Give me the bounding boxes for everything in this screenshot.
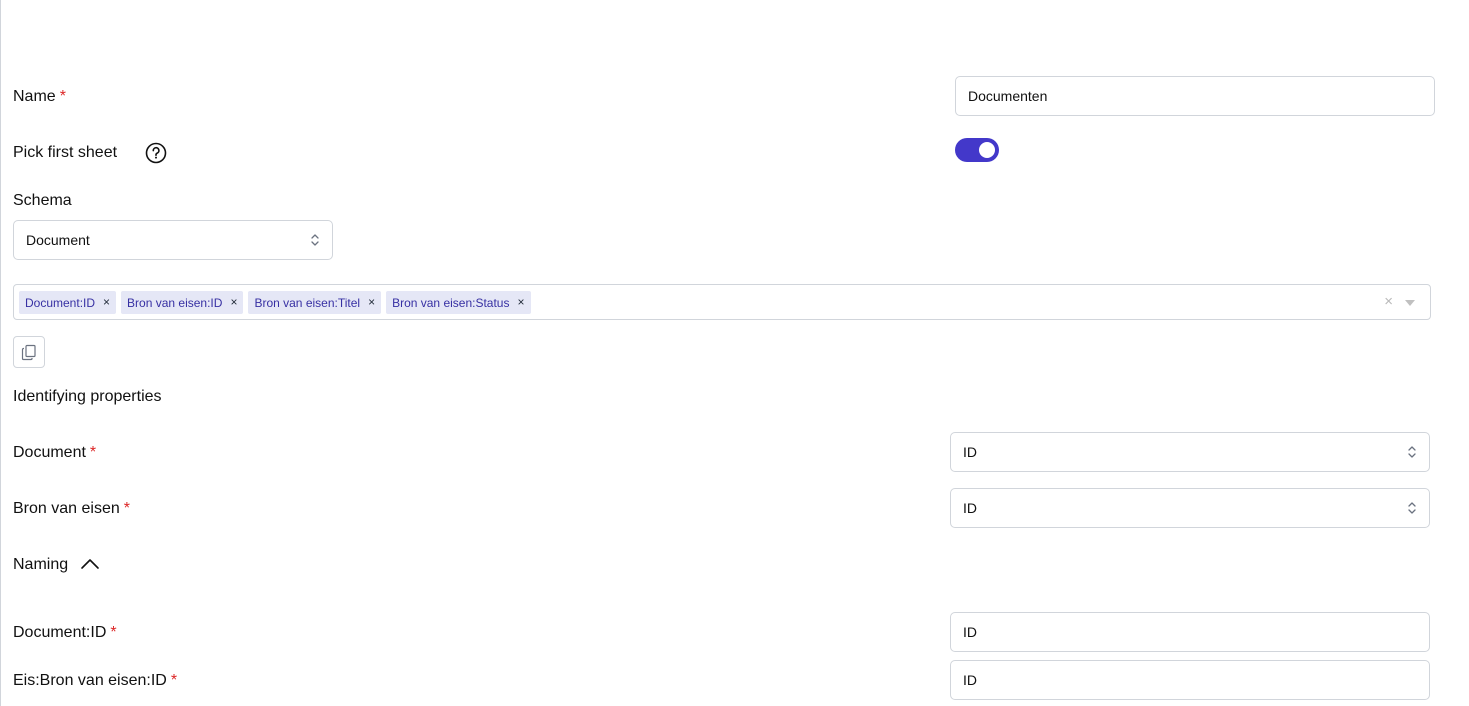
naming-document-id-input[interactable] xyxy=(963,624,1429,640)
chevron-up-down-icon xyxy=(311,234,319,246)
naming-heading[interactable]: Naming xyxy=(13,555,68,575)
identifying-bron-select[interactable]: ID xyxy=(950,488,1430,528)
naming-eis-bron-id-label: Eis:Bron van eisen:ID * xyxy=(13,672,178,689)
name-field[interactable] xyxy=(955,76,1435,116)
required-marker: * xyxy=(59,88,66,105)
identifying-bron-label: Bron van eisen * xyxy=(13,500,130,517)
chip-label: Bron van eisen:ID xyxy=(127,295,223,310)
identifying-document-label: Document * xyxy=(13,444,97,461)
column-chips: Document:ID × Bron van eisen:ID × Bron v… xyxy=(19,291,531,314)
chip-remove-button[interactable]: × xyxy=(364,291,381,314)
left-border xyxy=(0,0,1,706)
column-chip: Bron van eisen:ID × xyxy=(121,291,244,314)
clear-all-button[interactable]: × xyxy=(1384,294,1393,310)
column-chip: Bron van eisen:Titel × xyxy=(248,291,382,314)
required-marker: * xyxy=(123,500,130,517)
required-marker: * xyxy=(170,672,178,689)
chip-remove-button[interactable]: × xyxy=(513,291,530,314)
identifying-document-select[interactable]: ID xyxy=(950,432,1430,472)
schema-select[interactable]: Document xyxy=(13,220,333,260)
chevron-up-down-icon xyxy=(1408,502,1416,514)
selected-value: ID xyxy=(963,444,977,460)
chip-remove-button[interactable]: × xyxy=(99,291,116,314)
dropdown-caret-icon[interactable] xyxy=(1405,300,1415,306)
chevron-up-icon[interactable] xyxy=(80,556,100,572)
chip-remove-button[interactable]: × xyxy=(226,291,243,314)
columns-multiselect[interactable]: Document:ID × Bron van eisen:ID × Bron v… xyxy=(13,284,1431,320)
chip-label: Bron van eisen:Status xyxy=(392,295,510,310)
chip-label: Document:ID xyxy=(25,295,96,310)
naming-eis-bron-id-field[interactable] xyxy=(950,660,1430,700)
copy-button[interactable] xyxy=(13,336,45,368)
chip-label: Bron van eisen:Titel xyxy=(254,295,361,310)
name-input[interactable] xyxy=(968,88,1434,104)
schema-selected-value: Document xyxy=(26,232,90,248)
naming-document-id-label: Document:ID * xyxy=(13,624,117,641)
required-marker: * xyxy=(110,624,117,641)
copy-icon xyxy=(21,344,36,361)
naming-eis-bron-id-input[interactable] xyxy=(963,672,1429,688)
name-label: Name * xyxy=(13,88,66,105)
chevron-up-down-icon xyxy=(1408,446,1416,458)
toggle-knob xyxy=(979,142,995,158)
question-circle-icon[interactable] xyxy=(145,142,167,164)
column-chip: Bron van eisen:Status × xyxy=(386,291,531,314)
identifying-properties-heading: Identifying properties xyxy=(13,388,162,405)
pick-first-sheet-label: Pick first sheet xyxy=(13,144,118,161)
column-chip: Document:ID × xyxy=(19,291,117,314)
schema-heading: Schema xyxy=(13,192,72,209)
selected-value: ID xyxy=(963,500,977,516)
required-marker: * xyxy=(89,444,97,461)
naming-document-id-field[interactable] xyxy=(950,612,1430,652)
pick-first-sheet-toggle[interactable] xyxy=(955,138,999,162)
